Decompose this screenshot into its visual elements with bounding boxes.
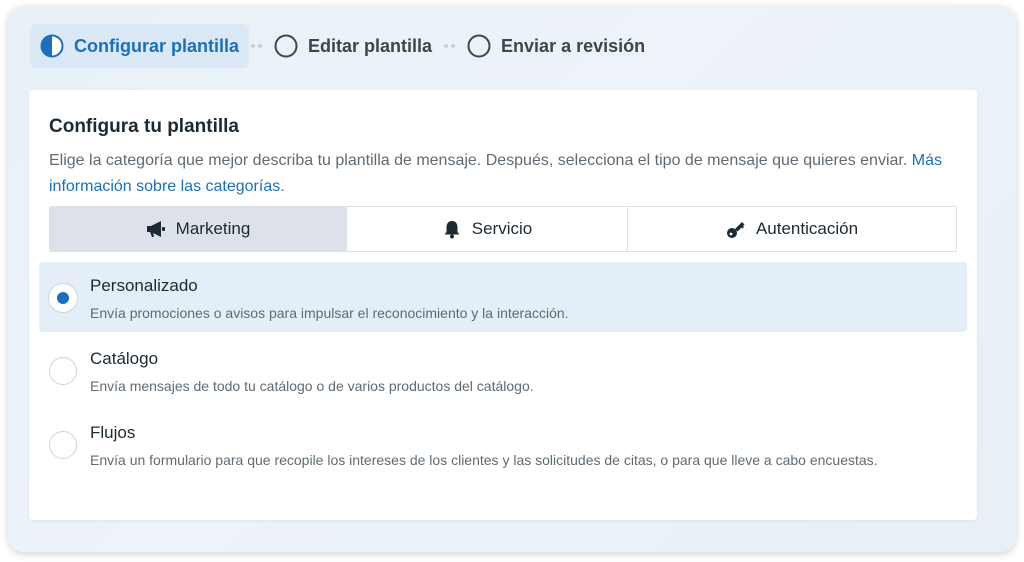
step-connector [444, 44, 456, 48]
megaphone-icon [146, 221, 165, 237]
step-enviar-a-revision[interactable]: Enviar a revisión [457, 24, 655, 68]
step-label: Editar plantilla [308, 35, 433, 56]
option-title: Personalizado [90, 276, 198, 295]
tab-label: Servicio [471, 219, 533, 238]
description-suffix: . [280, 178, 285, 195]
tab-label: Autenticación [755, 219, 859, 238]
option-title: Flujos [90, 423, 136, 442]
option-flujos[interactable]: Flujos Envía un formulario para que reco… [39, 409, 967, 479]
option-subtitle: Envía un formulario para que recopile lo… [90, 452, 878, 468]
empty-circle-icon [274, 34, 298, 58]
step-label: Enviar a revisión [501, 35, 646, 56]
half-circle-progress-icon [40, 34, 64, 58]
app-frame: Configurar plantilla Editar plantilla En… [8, 6, 1016, 552]
tab-autenticacion[interactable]: Autenticación [628, 207, 956, 251]
description-text: Elige la categoría que mejor describa tu… [49, 152, 908, 169]
step-editar-plantilla[interactable]: Editar plantilla [264, 24, 442, 68]
step-connector [251, 44, 263, 48]
category-tabs: Marketing Servicio Autenticación [49, 206, 957, 252]
option-subtitle: Envía mensajes de todo tu catálogo o de … [90, 378, 534, 394]
bell-icon [444, 221, 460, 239]
option-catalogo[interactable]: Catálogo Envía mensajes de todo tu catál… [39, 335, 967, 405]
tab-marketing[interactable]: Marketing [50, 207, 347, 251]
card-title: Configura tu plantilla [49, 116, 239, 137]
empty-circle-icon [467, 34, 491, 58]
tab-servicio[interactable]: Servicio [347, 207, 628, 251]
step-configurar-plantilla[interactable]: Configurar plantilla [30, 24, 250, 68]
template-setup-card: Configura tu plantilla Elige la categorí… [29, 90, 977, 520]
card-description: Elige la categoría que mejor describa tu… [49, 148, 949, 200]
radio-flujos[interactable] [49, 431, 77, 459]
option-personalizado[interactable]: Personalizado Envía promociones o avisos… [39, 262, 967, 332]
radio-personalizado[interactable] [49, 284, 77, 312]
option-subtitle: Envía promociones o avisos para impulsar… [90, 305, 569, 321]
step-label: Configurar plantilla [74, 35, 240, 56]
option-title: Catálogo [90, 349, 159, 368]
tab-label: Marketing [175, 219, 251, 238]
key-icon [726, 222, 745, 238]
radio-catalogo[interactable] [49, 357, 77, 385]
stepper: Configurar plantilla Editar plantilla En… [30, 24, 655, 68]
